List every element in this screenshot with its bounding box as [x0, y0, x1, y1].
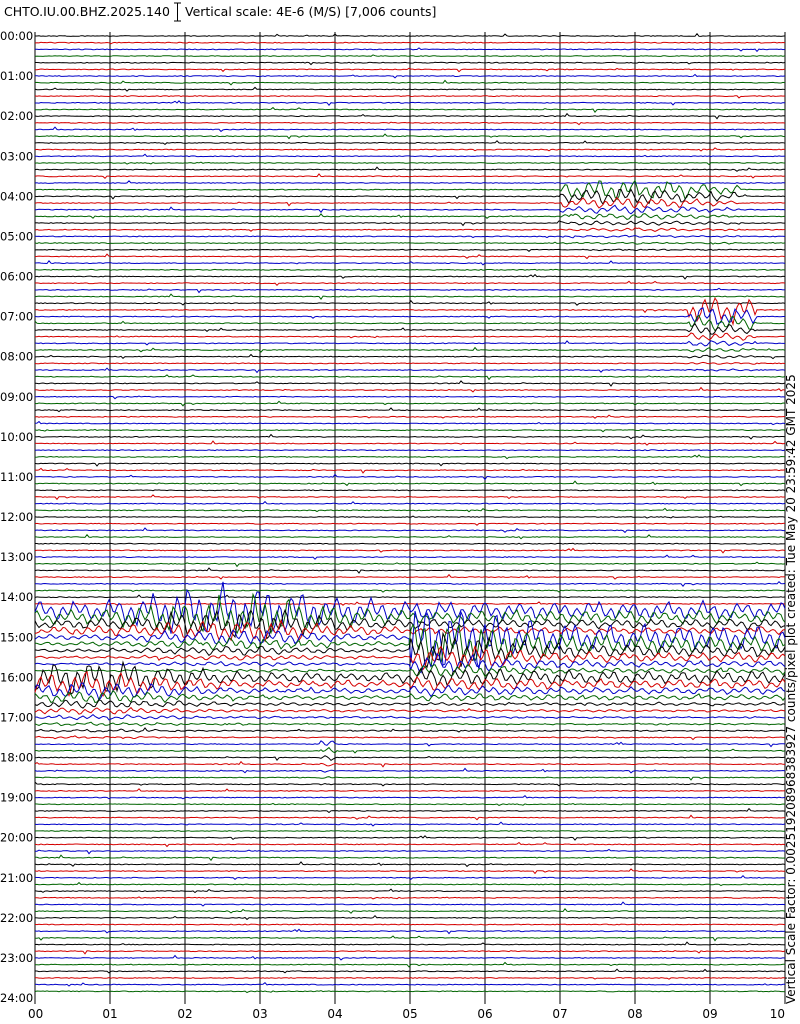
y-tick-label: 16:00 [0, 670, 33, 684]
vertical-scale-factor-text: Vertical Scale Factor: 0.002519208968383… [784, 374, 798, 1004]
y-tick-label: 05:00 [0, 229, 33, 243]
y-tick-label: 17:00 [0, 710, 33, 724]
y-tick-label: 02:00 [0, 109, 33, 123]
trace-line [35, 268, 786, 271]
y-tick-label: 06:00 [0, 270, 33, 284]
x-tick-label: 07 [552, 1007, 567, 1021]
y-tick-label: 01:00 [0, 69, 33, 83]
y-tick-label: 18:00 [0, 751, 33, 765]
x-tick-label: 03 [252, 1007, 267, 1021]
trace-line [35, 542, 786, 545]
y-tick-label: 15:00 [0, 630, 33, 644]
helicorder-plot: 00:00 01:00 02:00 03:00 04:00 05:00 06:00 07:00… [0, 29, 786, 1021]
x-tick-label: 08 [627, 1007, 642, 1021]
y-tick-label: 19:00 [0, 791, 33, 805]
hour-tick-labels: 00:00 01:00 02:00 03:00 04:00 05:00 06:00 07:00… [0, 29, 33, 1005]
x-tick-label: 09 [702, 1007, 717, 1021]
x-tick-label: 01 [102, 1007, 117, 1021]
y-tick-label: 00:00 [0, 29, 33, 43]
y-tick-label: 24:00 [0, 991, 33, 1005]
y-tick-label: 20:00 [0, 831, 33, 845]
x-tick-label: 00 [28, 1007, 43, 1021]
y-tick-label: 22:00 [0, 911, 33, 925]
y-tick-label: 14:00 [0, 590, 33, 604]
trace-line [34, 923, 786, 926]
y-tick-label: 10:00 [0, 430, 33, 444]
minute-tick-labels: 00 01 02 03 04 05 06 07 08 09 10 [28, 1007, 785, 1021]
y-tick-label: 04:00 [0, 189, 33, 203]
y-tick-label: 23:00 [0, 951, 33, 965]
x-tick-label: 10 [770, 1007, 785, 1021]
y-tick-label: 03:00 [0, 149, 33, 163]
x-tick-label: 05 [402, 1007, 417, 1021]
y-tick-label: 07:00 [0, 310, 33, 324]
y-tick-label: 12:00 [0, 510, 33, 524]
y-tick-label: 11:00 [0, 470, 33, 484]
x-tick-label: 02 [177, 1007, 192, 1021]
x-tick-label: 06 [477, 1007, 492, 1021]
x-tick-label: 04 [327, 1007, 342, 1021]
y-tick-label: 13:00 [0, 550, 33, 564]
y-tick-label: 09:00 [0, 390, 33, 404]
y-tick-label: 08:00 [0, 350, 33, 364]
trace-line [34, 449, 786, 452]
y-tick-label: 21:00 [0, 871, 33, 885]
